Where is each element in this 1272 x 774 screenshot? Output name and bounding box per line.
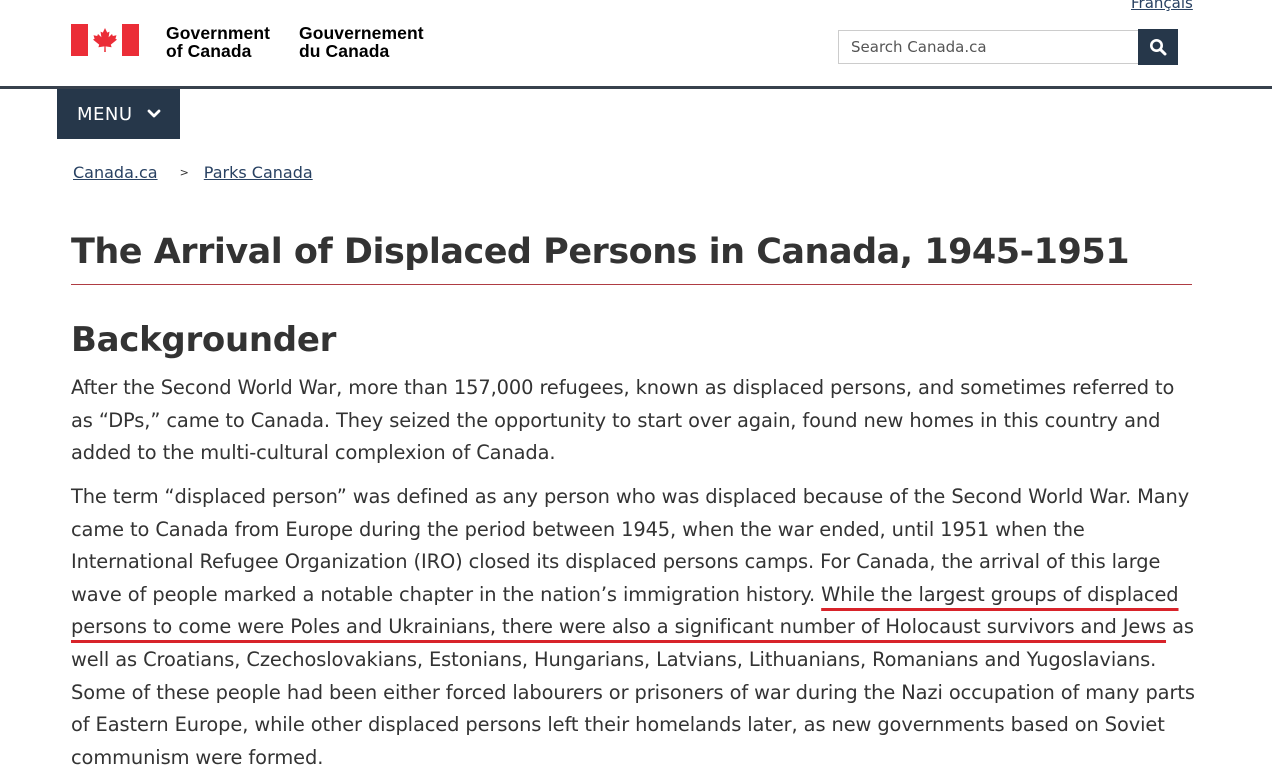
- search-input[interactable]: [838, 30, 1138, 64]
- breadcrumb-item-parks-canada[interactable]: Parks Canada: [204, 163, 313, 182]
- section-heading: Backgrounder: [71, 320, 337, 360]
- paragraph-definition: The term “displaced person” was defined …: [71, 481, 1196, 774]
- language-toggle-link[interactable]: Français: [1131, 0, 1193, 12]
- wordmark-french: Gouvernement du Canada: [299, 23, 424, 61]
- government-of-canada-logo[interactable]: Government of Canada Gouvernement du Can…: [71, 24, 424, 60]
- breadcrumb-separator: >: [179, 166, 189, 179]
- search-icon: [1150, 39, 1167, 56]
- wordmark-english: Government of Canada: [166, 23, 271, 61]
- search-button[interactable]: [1138, 29, 1178, 65]
- canada-flag-icon: [71, 24, 139, 56]
- paragraph-intro: After the Second World War, more than 15…: [71, 376, 1175, 465]
- paragraph-text-after: as well as Croatians, Czechoslovakians, …: [71, 615, 1195, 769]
- menu-button[interactable]: MENU: [57, 89, 180, 139]
- breadcrumb: Canada.ca > Parks Canada: [73, 163, 313, 182]
- header-divider: [0, 86, 1272, 89]
- title-divider: [71, 284, 1192, 285]
- page-title: The Arrival of Displaced Persons in Cana…: [71, 232, 1130, 272]
- search-form: [838, 29, 1178, 65]
- menu-label: MENU: [77, 103, 133, 125]
- chevron-down-icon: [147, 109, 161, 119]
- breadcrumb-item-canada[interactable]: Canada.ca: [73, 163, 158, 182]
